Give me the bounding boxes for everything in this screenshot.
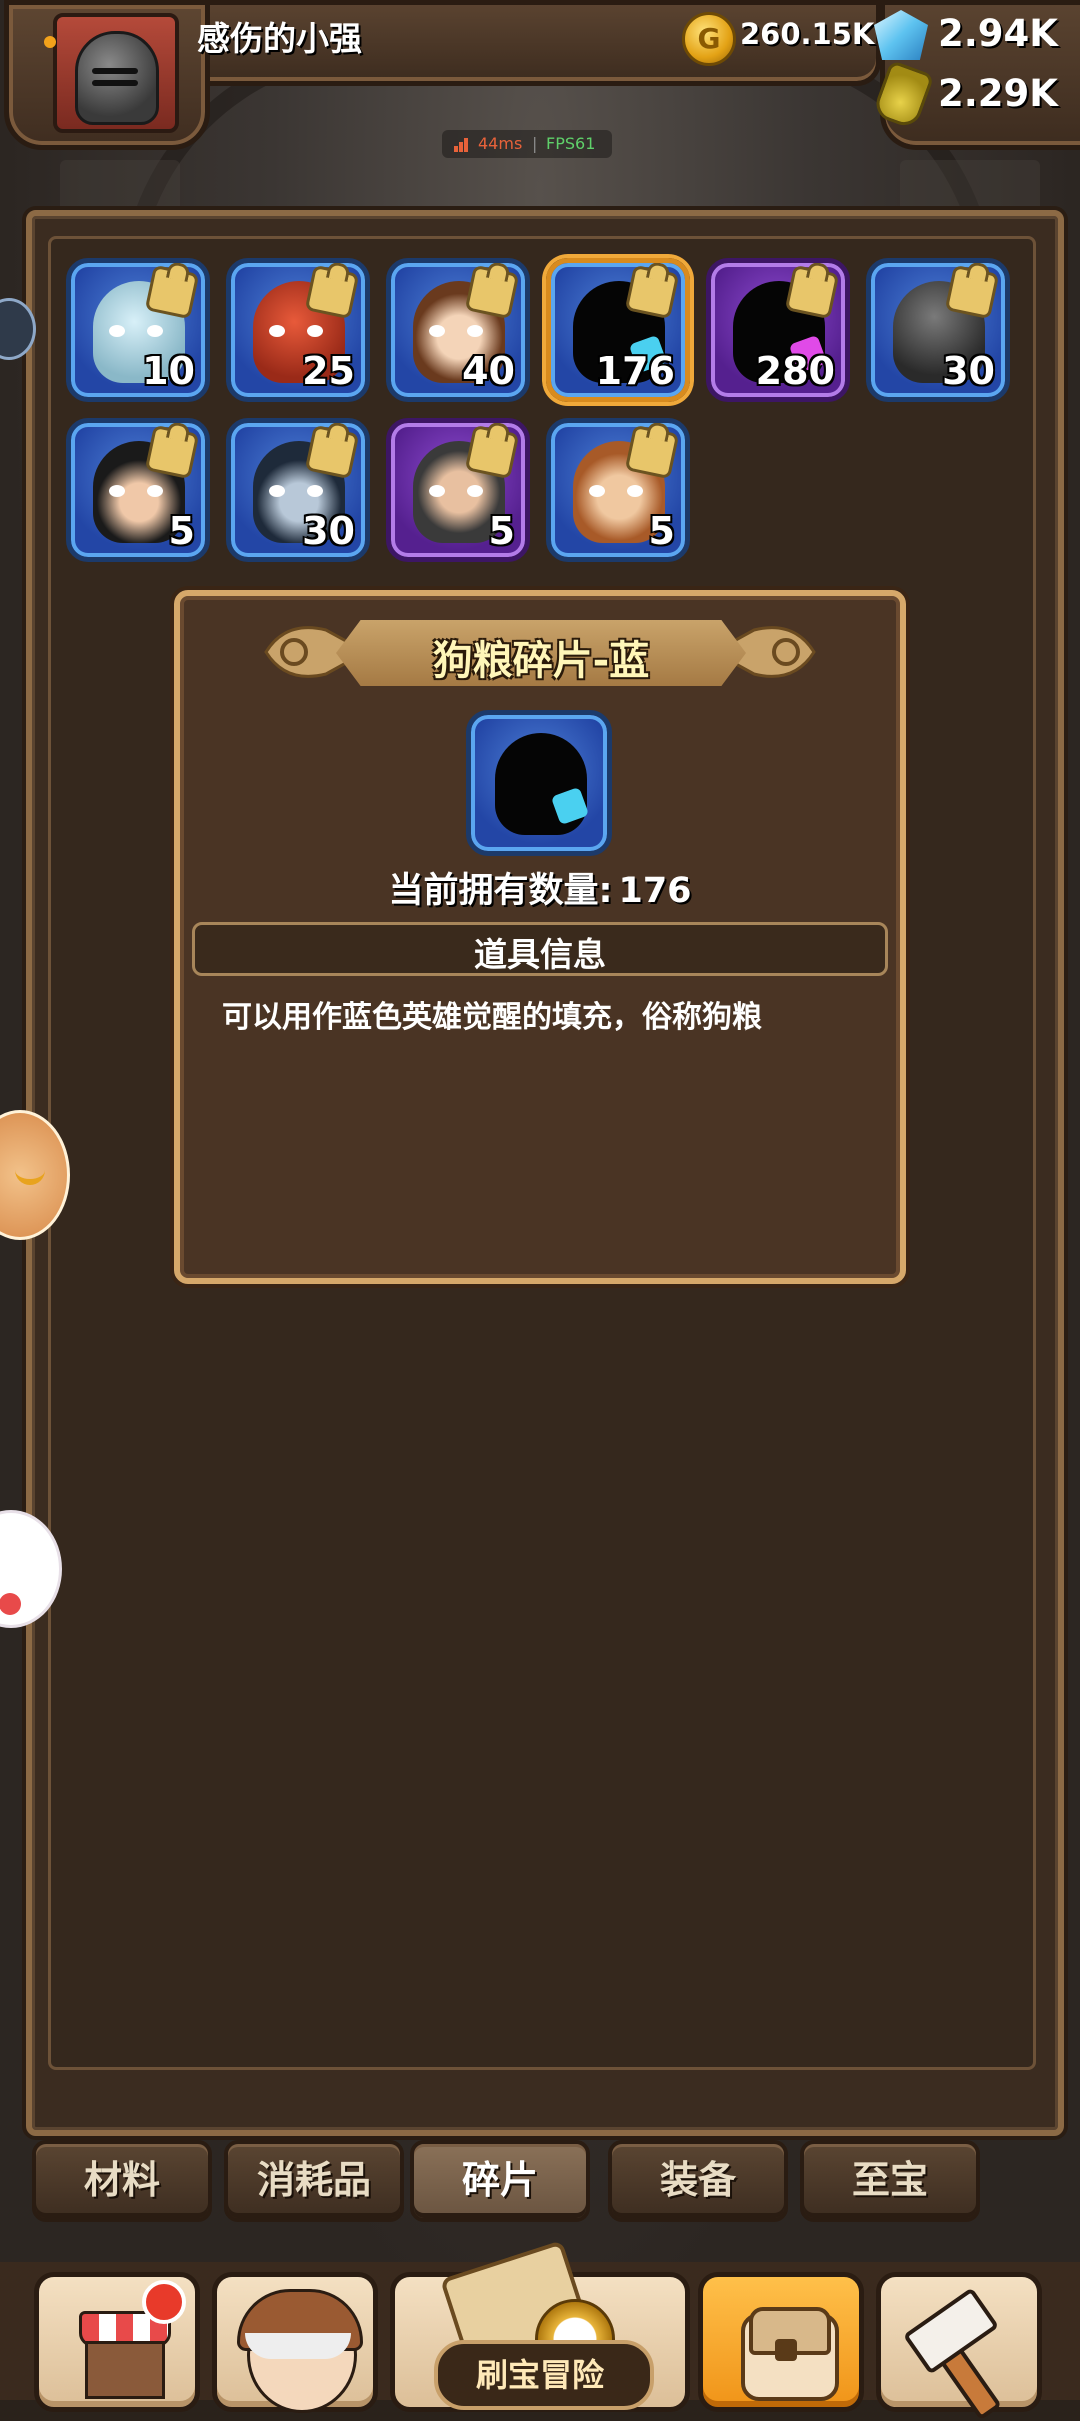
info-header-label: 道具信息 (474, 935, 606, 974)
fragment-count: 30 (302, 509, 355, 553)
owned-count-line: 当前拥有数量: 176 (174, 862, 906, 913)
fragment-count: 25 (302, 349, 355, 393)
fragment-count: 5 (168, 509, 195, 553)
detail-item-icon (466, 710, 612, 856)
network-stats: 44ms | FPS61 (442, 130, 612, 158)
avatar[interactable] (53, 13, 179, 133)
nav-hero-button[interactable] (212, 2272, 378, 2413)
signal-bars-icon (454, 136, 472, 152)
adventure-label[interactable]: 刷宝冒险 (434, 2350, 646, 2396)
puzzle-piece-icon (304, 424, 360, 480)
portrait-eyes (107, 325, 165, 337)
top-status-bar: 感伤的小强 G 260.15K 2.94K 2.29K (0, 0, 1080, 150)
puzzle-piece-icon (624, 424, 680, 480)
detail-title: 狗粮碎片-蓝 (432, 638, 650, 684)
shop-icon (85, 2341, 165, 2399)
puzzle-piece-icon (624, 264, 680, 320)
puzzle-piece-icon (944, 264, 1000, 320)
portrait-eyes (107, 485, 165, 497)
tab-treasures[interactable]: 至宝 (800, 2140, 980, 2222)
fps-value: FPS61 (546, 134, 596, 153)
fragment-slot-hooded-skull[interactable]: 30 (226, 418, 370, 562)
fragment-count: 30 (942, 349, 995, 393)
fragment-slot-ninja[interactable]: 5 (66, 418, 210, 562)
fragment-slot-red-demon[interactable]: 25 (226, 258, 370, 402)
fragment-slot-warrior-woman[interactable]: 5 (546, 418, 690, 562)
online-indicator (44, 36, 56, 48)
visor-slit (92, 68, 138, 74)
fragment-count: 5 (488, 509, 515, 553)
fragment-slot-silhouette-purple[interactable]: 280 (706, 258, 850, 402)
gold-amount: 260.15K (740, 17, 875, 51)
fragment-count: 40 (462, 349, 515, 393)
potion-amount: 2.29K (938, 72, 1058, 115)
avatar-frame[interactable] (4, 0, 210, 150)
puzzle-piece-icon (784, 264, 840, 320)
puzzle-piece-icon (464, 264, 520, 320)
gem-amount: 2.94K (938, 12, 1058, 55)
fragment-slot-bearded-man[interactable]: 5 (386, 418, 530, 562)
portrait-eyes (267, 485, 325, 497)
fragment-count: 10 (142, 349, 195, 393)
stats-separator: | (532, 134, 538, 153)
puzzle-piece-icon (144, 424, 200, 480)
notification-badge (142, 2280, 186, 2324)
puzzle-piece-icon (304, 264, 360, 320)
fragment-slot-girl-hero[interactable]: 40 (386, 258, 530, 402)
portrait-eyes (427, 325, 485, 337)
tab-materials[interactable]: 材料 (32, 2140, 212, 2222)
tab-consumables[interactable]: 消耗品 (224, 2140, 404, 2222)
fragment-count: 280 (755, 349, 835, 393)
tab-equipment[interactable]: 装备 (608, 2140, 788, 2222)
gold-coin-icon: G (682, 12, 736, 66)
item-description: 可以用作蓝色英雄觉醒的填充，俗称狗粮 (222, 1000, 762, 1035)
backpack-lock (775, 2339, 797, 2361)
nav-backpack-button[interactable] (698, 2272, 864, 2412)
puzzle-piece-icon (144, 264, 200, 320)
visor-slit (92, 80, 138, 86)
nav-forge-button[interactable] (876, 2272, 1042, 2421)
owned-label: 当前拥有数量: (388, 871, 613, 911)
hero-hair (245, 2333, 351, 2359)
ping-value: 44ms (478, 134, 523, 153)
fragment-slot-silhouette-blue[interactable]: 176 (546, 258, 690, 402)
fragment-slot-dark-knight[interactable]: 30 (866, 258, 1010, 402)
portrait-eyes (267, 325, 325, 337)
portrait-eyes (587, 485, 645, 497)
knight-helmet-icon (75, 31, 159, 125)
portrait-eyes (427, 485, 485, 497)
puzzle-piece-icon (464, 424, 520, 480)
tab-fragments[interactable]: 碎片 (410, 2140, 590, 2222)
player-name: 感伤的小强 (197, 19, 362, 58)
fragment-slot-ice-golem[interactable]: 10 (66, 258, 210, 402)
fragment-count: 5 (648, 509, 675, 553)
owned-count: 176 (618, 871, 692, 911)
fragment-count: 176 (595, 349, 675, 393)
